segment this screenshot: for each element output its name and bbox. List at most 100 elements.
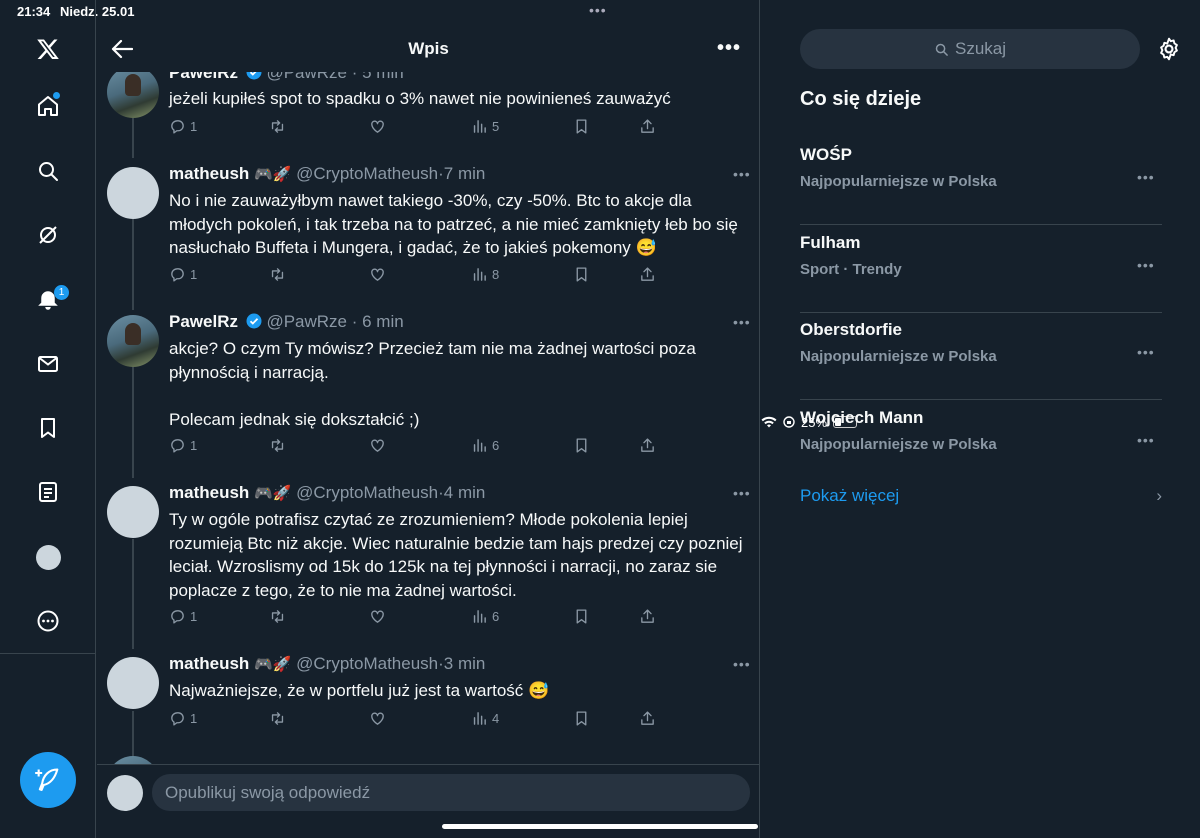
tweet-more-icon[interactable]: ••• bbox=[733, 166, 751, 182]
trend-more-icon[interactable]: ••• bbox=[1137, 344, 1155, 360]
thread-line bbox=[132, 219, 134, 310]
reply-count: 1 bbox=[190, 267, 198, 282]
bookmark-action[interactable] bbox=[573, 608, 590, 625]
repost-icon bbox=[269, 437, 286, 454]
share-action[interactable] bbox=[639, 437, 656, 454]
like-heart-action[interactable] bbox=[369, 608, 386, 625]
views-action[interactable]: 5 bbox=[471, 118, 499, 135]
reply-input[interactable] bbox=[152, 774, 750, 811]
views-icon bbox=[471, 118, 488, 135]
more-options-icon[interactable] bbox=[34, 607, 62, 635]
views-action[interactable]: 6 bbox=[471, 608, 499, 625]
show-more-link[interactable]: Pokaż więcej › bbox=[800, 486, 1162, 506]
post-header: Wpis ••• bbox=[97, 24, 759, 72]
views-icon bbox=[471, 608, 488, 625]
bookmark-action[interactable] bbox=[573, 437, 590, 454]
repost-icon bbox=[269, 710, 286, 727]
tweet-avatar[interactable] bbox=[107, 657, 159, 709]
repost-action[interactable] bbox=[269, 608, 286, 625]
trend-more-icon[interactable]: ••• bbox=[1137, 257, 1155, 273]
like-heart-action[interactable] bbox=[369, 437, 386, 454]
messages-icon[interactable] bbox=[34, 350, 62, 378]
compose-post-button[interactable] bbox=[20, 752, 76, 808]
trend-more-icon[interactable]: ••• bbox=[1137, 432, 1155, 448]
reply-icon bbox=[169, 608, 186, 625]
x-logo-icon[interactable] bbox=[34, 35, 62, 63]
search-icon[interactable] bbox=[34, 157, 62, 185]
trend-item[interactable]: Fulham Sport · Trendy ••• bbox=[800, 225, 1162, 313]
tweet-actions: 16 bbox=[169, 608, 669, 628]
tweet-avatar[interactable] bbox=[107, 66, 159, 118]
trend-item[interactable]: WOŚP Najpopularniejsze w Polska ••• bbox=[800, 137, 1162, 225]
trend-more-icon[interactable]: ••• bbox=[1137, 169, 1155, 185]
share-icon bbox=[639, 608, 656, 625]
trend-item[interactable]: Oberstdorfie Najpopularniejsze w Polska … bbox=[800, 312, 1162, 400]
tweet-avatar[interactable] bbox=[107, 315, 159, 367]
tweet-more-icon[interactable]: ••• bbox=[733, 485, 751, 501]
tweet-author: matheush 🎮🚀 @CryptoMatheush·4 min bbox=[169, 483, 486, 502]
reply-count: 1 bbox=[190, 609, 198, 624]
bookmark-icon bbox=[573, 437, 590, 454]
reply-action[interactable]: 1 bbox=[169, 608, 197, 625]
bookmark-action[interactable] bbox=[573, 118, 590, 135]
tweet-avatar[interactable] bbox=[107, 167, 159, 219]
grok-icon[interactable] bbox=[34, 221, 62, 249]
search-placeholder: Szukaj bbox=[954, 39, 1007, 58]
bookmarks-icon[interactable] bbox=[34, 414, 62, 442]
bookmark-icon bbox=[573, 608, 590, 625]
verified-badge-icon bbox=[246, 313, 262, 329]
views-count: 6 bbox=[492, 609, 500, 624]
tweet-avatar[interactable] bbox=[107, 486, 159, 538]
reply-action[interactable]: 1 bbox=[169, 710, 197, 727]
reply-action[interactable]: 1 bbox=[169, 266, 197, 283]
bookmark-icon bbox=[573, 266, 590, 283]
tweet-text: Najważniejsze, że w portfelu już jest ta… bbox=[169, 681, 550, 700]
feather-plus-icon bbox=[35, 768, 59, 791]
tweet-text: Ty w ogóle potrafisz czytać ze zrozumien… bbox=[169, 510, 743, 600]
share-action[interactable] bbox=[639, 710, 656, 727]
reply-icon bbox=[169, 710, 186, 727]
like-heart-action[interactable] bbox=[369, 710, 386, 727]
share-action[interactable] bbox=[639, 266, 656, 283]
repost-icon bbox=[269, 118, 286, 135]
tweet-more-icon[interactable]: ••• bbox=[733, 656, 751, 672]
views-action[interactable]: 4 bbox=[471, 710, 499, 727]
views-count: 8 bbox=[492, 267, 500, 282]
header-more-icon[interactable]: ••• bbox=[717, 37, 741, 60]
tweet-actions: 18 bbox=[169, 266, 669, 286]
tweet-text: akcje? O czym Ty mówisz? Przecież tam ni… bbox=[169, 339, 696, 429]
repost-action[interactable] bbox=[269, 118, 286, 135]
tweet-more-icon[interactable]: ••• bbox=[733, 314, 751, 330]
chevron-right-icon: › bbox=[1156, 486, 1162, 505]
reply-action[interactable]: 1 bbox=[169, 118, 197, 135]
reply-action[interactable]: 1 bbox=[169, 437, 197, 454]
like-heart-action[interactable] bbox=[369, 266, 386, 283]
reply-avatar bbox=[107, 775, 143, 811]
reply-icon bbox=[169, 437, 186, 454]
settings-gear-icon[interactable] bbox=[1156, 36, 1182, 62]
repost-action[interactable] bbox=[269, 710, 286, 727]
bookmark-action[interactable] bbox=[573, 266, 590, 283]
reply-count: 1 bbox=[190, 119, 198, 134]
search-bar[interactable]: Szukaj bbox=[800, 29, 1140, 69]
like-heart-icon bbox=[369, 266, 386, 283]
sidebar-nav: 1 bbox=[0, 0, 96, 838]
home-indicator[interactable] bbox=[442, 824, 758, 829]
notifications-badge: 1 bbox=[54, 285, 69, 300]
lists-icon[interactable] bbox=[34, 478, 62, 506]
repost-action[interactable] bbox=[269, 266, 286, 283]
views-count: 5 bbox=[492, 119, 500, 134]
views-action[interactable]: 8 bbox=[471, 266, 499, 283]
repost-action[interactable] bbox=[269, 437, 286, 454]
bookmark-action[interactable] bbox=[573, 710, 590, 727]
share-action[interactable] bbox=[639, 608, 656, 625]
trend-item[interactable]: Wojciech Mann Najpopularniejsze w Polska… bbox=[800, 400, 1162, 488]
tweet-author: matheush 🎮🚀 @CryptoMatheush·7 min bbox=[169, 164, 486, 183]
profile-avatar-icon[interactable] bbox=[34, 543, 62, 571]
sidebar-divider bbox=[0, 653, 96, 654]
share-action[interactable] bbox=[639, 118, 656, 135]
views-icon bbox=[471, 710, 488, 727]
like-heart-action[interactable] bbox=[369, 118, 386, 135]
views-action[interactable]: 6 bbox=[471, 437, 499, 454]
search-icon bbox=[935, 43, 948, 56]
